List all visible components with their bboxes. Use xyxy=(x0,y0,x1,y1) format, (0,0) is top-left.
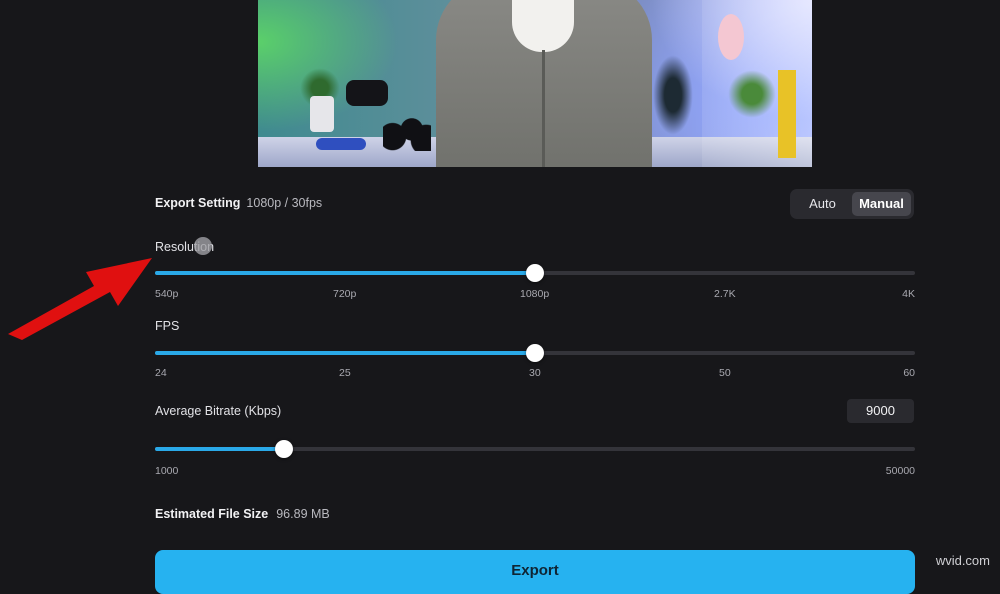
file-size-row: Estimated File Size 96.89 MB xyxy=(155,507,330,521)
resolution-tick-2-7k: 2.7K xyxy=(714,288,736,300)
export-setting-label: Export Setting xyxy=(155,196,241,210)
bitrate-range: 1000 50000 xyxy=(155,465,915,479)
mode-manual-button[interactable]: Manual xyxy=(852,192,911,216)
file-size-label: Estimated File Size xyxy=(155,507,269,521)
preview-dark-plant xyxy=(653,55,693,135)
fps-tick-50: 50 xyxy=(719,367,731,379)
bitrate-slider[interactable] xyxy=(155,440,915,458)
fps-slider[interactable] xyxy=(155,344,915,362)
fps-tick-60: 60 xyxy=(903,367,915,379)
preview-sign xyxy=(718,14,744,60)
preview-lenses xyxy=(383,115,431,151)
resolution-fill xyxy=(155,271,535,275)
resolution-tick-720p: 720p xyxy=(333,288,357,300)
resolution-tick-1080p: 1080p xyxy=(520,288,550,300)
resolution-slider[interactable] xyxy=(155,264,915,282)
arrow-shape xyxy=(8,258,152,340)
fps-ticks: 24 25 30 50 60 xyxy=(155,367,915,381)
preview-plant-right xyxy=(728,70,776,118)
red-arrow-icon xyxy=(8,258,152,340)
mode-toggle[interactable]: Auto Manual xyxy=(790,189,914,219)
preview-yellow-box xyxy=(778,70,796,158)
bitrate-label: Average Bitrate (Kbps) xyxy=(155,404,282,418)
video-preview xyxy=(258,0,812,167)
file-size-value: 96.89 MB xyxy=(276,507,330,521)
fps-thumb[interactable] xyxy=(526,344,544,362)
mode-auto-button[interactable]: Auto xyxy=(793,192,852,216)
fps-fill xyxy=(155,351,535,355)
bitrate-input[interactable]: 9000 xyxy=(847,399,914,423)
export-button[interactable]: Export xyxy=(155,550,915,594)
fps-tick-24: 24 xyxy=(155,367,167,379)
mouse-cursor-indicator xyxy=(194,237,212,255)
resolution-tick-4k: 4K xyxy=(902,288,915,300)
preview-dumbbell xyxy=(316,138,366,150)
preview-pot xyxy=(310,96,334,132)
bitrate-min: 1000 xyxy=(155,465,179,477)
fps-tick-25: 25 xyxy=(339,367,351,379)
preview-headset xyxy=(346,80,388,106)
resolution-thumb[interactable] xyxy=(526,264,544,282)
export-setting-value: 1080p / 30fps xyxy=(246,196,323,210)
bitrate-max: 50000 xyxy=(885,465,915,477)
bitrate-fill xyxy=(155,447,285,451)
resolution-ticks: 540p 720p 1080p 2.7K 4K xyxy=(155,288,915,302)
preview-zipper xyxy=(542,50,545,167)
fps-tick-30: 30 xyxy=(529,367,541,379)
bitrate-thumb[interactable] xyxy=(275,440,294,458)
watermark-text: wvid.com xyxy=(935,553,990,568)
